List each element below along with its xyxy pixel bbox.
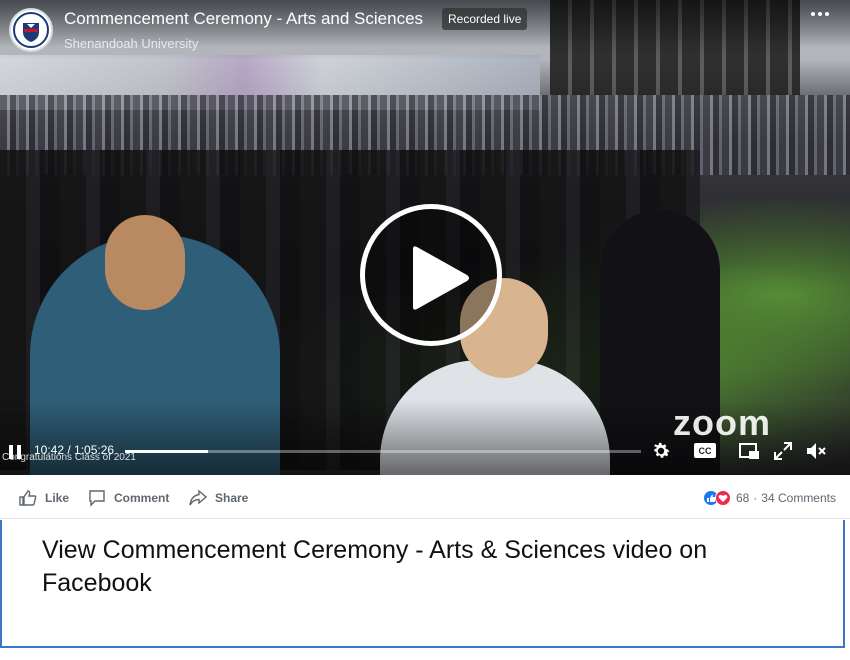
gear-icon[interactable] <box>650 440 672 462</box>
progress-fill <box>125 450 208 453</box>
view-on-facebook-link[interactable]: View Commencement Ceremony - Arts & Scie… <box>0 520 845 648</box>
video-player[interactable]: Commencement Ceremony - Arts and Science… <box>0 0 850 475</box>
separator-dot: · <box>753 491 758 505</box>
university-seal-icon[interactable] <box>9 8 53 52</box>
comments-count[interactable]: 34 Comments <box>761 491 836 505</box>
comment-icon <box>89 490 105 507</box>
thumbs-up-icon <box>19 490 37 506</box>
love-reaction-icon <box>714 490 731 506</box>
share-button[interactable]: Share <box>189 477 248 519</box>
zoom-watermark: zoom <box>673 402 771 443</box>
time-display: 10:42 / 1:05:26 <box>34 443 115 457</box>
share-label: Share <box>215 491 249 505</box>
share-icon <box>189 489 207 506</box>
muted-speaker-icon[interactable] <box>805 440 827 462</box>
video-title[interactable]: Commencement Ceremony - Arts and Science… <box>64 9 423 29</box>
closed-captions-icon[interactable]: CC <box>694 443 716 458</box>
spectator-left-head <box>105 215 185 310</box>
recorded-live-badge: Recorded live <box>442 8 528 30</box>
progress-bar[interactable] <box>125 450 641 453</box>
comment-button[interactable]: Comment <box>88 477 169 519</box>
svg-text:CC: CC <box>699 446 712 456</box>
picture-in-picture-icon[interactable] <box>738 440 760 462</box>
reaction-count: 68 <box>735 491 750 505</box>
more-dots-icon[interactable] <box>808 4 832 24</box>
play-button[interactable] <box>360 204 502 346</box>
like-label: Like <box>45 491 70 505</box>
view-on-facebook-text[interactable]: View Commencement Ceremony - Arts & Scie… <box>42 534 742 600</box>
comment-label: Comment <box>114 491 170 505</box>
reaction-bar: Like Comment Share 68 · 34 Comments <box>0 477 850 519</box>
pause-icon[interactable] <box>8 444 22 460</box>
channel-name[interactable]: Shenandoah University <box>64 36 198 51</box>
play-icon <box>413 246 469 310</box>
like-button[interactable]: Like <box>19 477 69 519</box>
fullscreen-icon[interactable] <box>772 440 794 462</box>
reactions-summary[interactable]: 68 · 34 Comments <box>702 477 836 519</box>
